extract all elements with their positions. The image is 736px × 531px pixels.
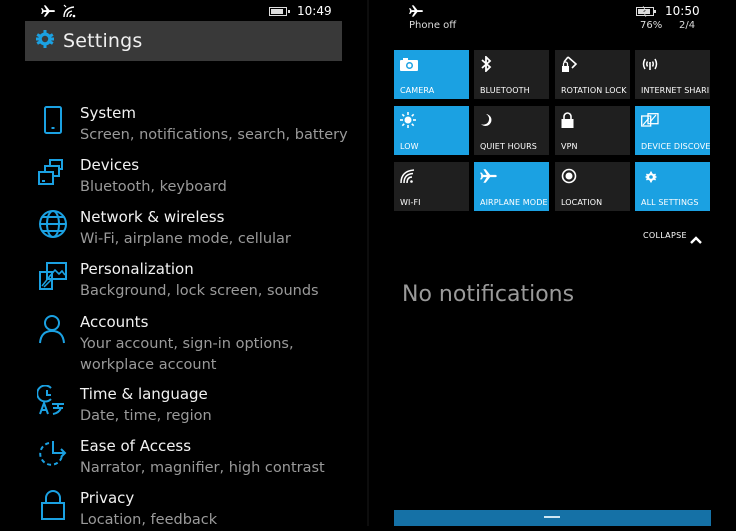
moon-icon — [480, 112, 498, 128]
battery-icon — [269, 7, 290, 16]
settings-item-privacy[interactable]: Privacy Location, feedback — [0, 489, 360, 528]
item-description: Background, lock screen, sounds — [80, 283, 319, 299]
item-name: Privacy — [80, 489, 135, 507]
quick-action-quiet-hours[interactable]: QUIET HOURS — [474, 106, 549, 155]
quick-action-location[interactable]: LOCATION — [555, 162, 630, 211]
quick-action-wifi[interactable]: WI-FI — [394, 162, 469, 211]
location-icon — [561, 168, 579, 184]
settings-item-personalization[interactable]: Personalization Background, lock screen,… — [0, 260, 360, 308]
quick-action-internet-sharing[interactable]: INTERNET SHARING — [635, 50, 710, 99]
settings-item-network[interactable]: Network & wireless Wi-Fi, airplane mode,… — [0, 208, 360, 256]
page-header: Settings — [25, 21, 342, 61]
item-description: Bluetooth, keyboard — [80, 179, 227, 195]
person-icon — [36, 313, 68, 345]
quick-action-all-settings[interactable]: ALL SETTINGS — [635, 162, 710, 211]
drag-handle-icon — [544, 516, 560, 518]
personalization-icon — [37, 260, 69, 292]
item-name: Ease of Access — [80, 437, 192, 455]
empty-notifications-message: No notifications — [402, 282, 575, 307]
item-description: Narrator, magnifier, high contrast — [80, 460, 325, 476]
tile-label: DEVICE DISCOVERY — [641, 142, 710, 151]
lock-icon — [561, 112, 579, 128]
quick-action-brightness[interactable]: LOW — [394, 106, 469, 155]
item-name: Time & language — [80, 385, 208, 403]
quick-action-airplane-mode[interactable]: AIRPLANE MODE — [474, 162, 549, 211]
tile-label: LOW — [400, 142, 419, 151]
settings-screen: 10:49 Settings System Screen, notificati… — [0, 0, 367, 528]
item-name: Personalization — [80, 260, 194, 278]
wifi-off-icon — [63, 3, 80, 21]
clock: 10:49 — [297, 4, 332, 18]
lock-icon — [37, 489, 69, 521]
bluetooth-icon — [480, 54, 498, 74]
gear-icon — [645, 168, 663, 184]
tile-label: VPN — [561, 142, 578, 151]
item-name: System — [80, 104, 136, 122]
gear-icon — [35, 29, 55, 49]
tile-label: INTERNET SHARING — [641, 86, 710, 95]
battery-percent: 76% — [640, 20, 663, 31]
airplane-icon — [41, 4, 56, 21]
tile-label: ROTATION LOCK — [561, 86, 627, 95]
action-center-handle[interactable] — [394, 510, 711, 526]
quick-action-device-discovery[interactable]: DEVICE DISCOVERY — [635, 106, 710, 155]
airplane-icon — [480, 168, 498, 184]
wifi-icon — [400, 168, 418, 184]
page-title: Settings — [63, 30, 143, 52]
globe-icon — [37, 208, 69, 240]
settings-item-devices[interactable]: Devices Bluetooth, keyboard — [0, 156, 360, 204]
item-name: Accounts — [80, 313, 149, 331]
quick-action-camera[interactable]: CAMERA — [394, 50, 469, 99]
ease-of-access-icon — [37, 437, 69, 469]
settings-item-system[interactable]: System Screen, notifications, search, ba… — [0, 104, 360, 152]
chevron-up-icon[interactable] — [689, 230, 703, 244]
quick-action-bluetooth[interactable]: BLUETOOTH — [474, 50, 549, 99]
tile-label: AIRPLANE MODE — [480, 198, 548, 207]
devices-icon — [36, 156, 68, 188]
tile-label: QUIET HOURS — [480, 142, 537, 151]
item-name: Network & wireless — [80, 208, 225, 226]
clock: 10:50 — [665, 4, 700, 18]
tile-label: BLUETOOTH — [480, 86, 530, 95]
item-description: Date, time, region — [80, 408, 212, 424]
tile-label: WI-FI — [400, 198, 421, 207]
camera-icon — [400, 56, 418, 72]
tile-label: CAMERA — [400, 86, 435, 95]
phone-status: Phone off — [409, 20, 457, 31]
page-indicator: 2/4 — [679, 20, 696, 31]
quick-action-vpn[interactable]: VPN — [555, 106, 630, 155]
phone-icon — [36, 104, 68, 136]
collapse-button[interactable]: COLLAPSE — [643, 231, 687, 240]
item-description: Your account, sign-in options, workplace… — [80, 336, 294, 373]
battery-charging-icon — [636, 5, 658, 20]
time-language-icon — [36, 384, 69, 417]
rotation-lock-icon — [561, 56, 579, 72]
internet-sharing-icon — [641, 56, 659, 72]
item-description: Wi-Fi, airplane mode, cellular — [80, 231, 291, 247]
item-description: Location, feedback — [80, 512, 218, 528]
item-description: Screen, notifications, search, battery — [80, 127, 348, 143]
quick-action-rotation-lock[interactable]: ROTATION LOCK — [555, 50, 630, 99]
item-name: Devices — [80, 156, 140, 174]
device-discovery-icon — [641, 112, 659, 128]
tile-label: LOCATION — [561, 198, 603, 207]
settings-item-time-language[interactable]: Time & language Date, time, region — [0, 384, 360, 433]
brightness-icon — [400, 112, 418, 128]
settings-item-accounts[interactable]: Accounts Your account, sign-in options, … — [0, 313, 360, 379]
airplane-icon — [409, 4, 424, 21]
tile-label: ALL SETTINGS — [641, 198, 699, 207]
settings-item-ease-of-access[interactable]: Ease of Access Narrator, magnifier, high… — [0, 437, 360, 485]
